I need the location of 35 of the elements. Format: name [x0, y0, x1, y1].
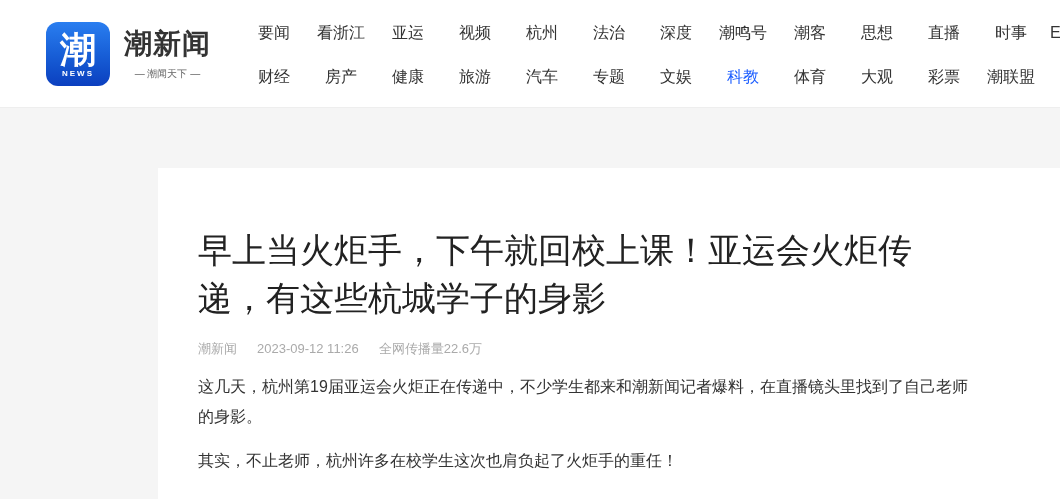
nav-link[interactable]: 视频 — [441, 22, 508, 44]
publish-time: 2023-09-12 11:26 — [257, 340, 359, 358]
source-label: 潮新闻 — [198, 340, 237, 358]
nav-link[interactable]: 彩票 — [910, 66, 977, 88]
nav-link[interactable]: 旅游 — [441, 66, 508, 88]
nav-link[interactable]: 亚运 — [374, 22, 441, 44]
nav-link[interactable]: 汽车 — [508, 66, 575, 88]
nav-link[interactable]: 房产 — [307, 66, 374, 88]
logo-glyph: 潮 — [60, 28, 96, 69]
nav-link[interactable]: 思想 — [843, 22, 910, 44]
nav-link[interactable]: 潮鸣号 — [709, 22, 776, 44]
nav-link[interactable]: 体育 — [776, 66, 843, 88]
nav-link[interactable]: 要闻 — [240, 22, 307, 44]
nav-link[interactable]: 时事 — [977, 22, 1044, 44]
nav-link[interactable]: 科教 — [709, 66, 776, 88]
article-title: 早上当火炬手，下午就回校上课！亚运会火炬传递，有这些杭城学子的身影 — [198, 230, 913, 319]
nav-link[interactable]: 潮联盟 — [977, 66, 1044, 88]
nav-link[interactable]: 潮客 — [776, 22, 843, 44]
nav-link[interactable]: 健康 — [374, 66, 441, 88]
nav-link[interactable]: 直播 — [910, 22, 977, 44]
nav-link[interactable]: 杭州 — [508, 22, 575, 44]
nav-link[interactable]: 看浙江 — [307, 22, 374, 44]
article-paragraph: 其实，不止老师，杭州许多在校学生这次也肩负起了火炬手的重任！ — [198, 451, 679, 471]
nav-link[interactable]: 大观 — [843, 66, 910, 88]
logo-label: NEWS — [62, 68, 94, 79]
site-slogan: — 潮闻天下 — — [134, 66, 201, 81]
article-paragraph: 这几天，杭州第19届亚运会火炬正在传递中，不少学生都来和潮新闻记者爆料，在直播镜头里找到了自己老师的身影。 — [198, 377, 968, 427]
nav-link[interactable]: E — [1050, 22, 1060, 44]
nav-link[interactable]: 文娱 — [642, 66, 709, 88]
reach-count: 全网传播量22.6万 — [378, 340, 482, 358]
nav-link[interactable]: 专题 — [575, 66, 642, 88]
nav-link[interactable]: 法治 — [575, 22, 642, 44]
nav-link[interactable]: 财经 — [240, 66, 307, 88]
site-name: 潮新闻 — [124, 26, 211, 61]
nav-link[interactable]: 深度 — [642, 22, 709, 44]
